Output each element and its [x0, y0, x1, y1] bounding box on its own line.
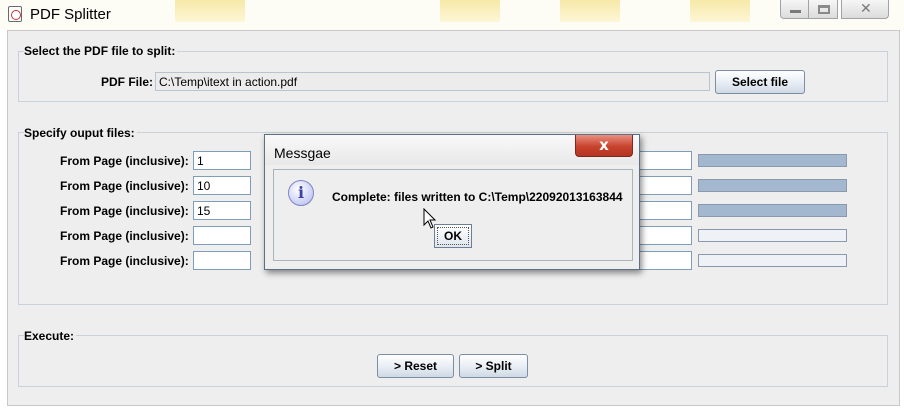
filename-input[interactable] — [638, 176, 692, 195]
filename-input[interactable] — [638, 201, 692, 220]
progress-bar — [698, 179, 847, 192]
from-page-label: From Page (inclusive): — [60, 204, 189, 218]
from-page-input[interactable]: 15 — [193, 201, 251, 220]
pdf-file-field[interactable]: C:\Temp\itext in action.pdf — [155, 72, 710, 91]
app-icon[interactable] — [8, 6, 22, 22]
filename-input[interactable] — [638, 251, 692, 270]
select-file-legend: Select the PDF file to split: — [24, 44, 178, 58]
from-page-label: From Page (inclusive): — [60, 154, 189, 168]
execute-legend: Execute: — [24, 329, 77, 343]
background-decoration — [690, 0, 750, 22]
progress-fill — [699, 155, 846, 166]
filename-input[interactable] — [638, 151, 692, 170]
minimize-icon — [790, 10, 801, 13]
window-close-button[interactable]: ✕ — [841, 0, 889, 19]
progress-fill — [699, 205, 846, 216]
message-dialog: Messgae x i Complete: files written to C… — [264, 134, 640, 270]
select-file-button[interactable]: Select file — [715, 70, 805, 94]
progress-bar — [698, 154, 847, 167]
maximize-icon — [818, 5, 830, 14]
from-page-label: From Page (inclusive): — [60, 229, 189, 243]
background-decoration — [175, 0, 245, 22]
ok-button[interactable]: OK — [434, 224, 472, 248]
window-titlebar[interactable]: PDF Splitter ✕ — [0, 0, 904, 30]
from-page-input[interactable]: 10 — [193, 176, 251, 195]
progress-fill — [699, 180, 846, 191]
progress-bar — [698, 254, 847, 267]
progress-bar — [698, 229, 847, 242]
background-decoration — [560, 0, 620, 22]
pdf-file-label: PDF File: — [101, 75, 154, 89]
progress-bar — [698, 204, 847, 217]
dialog-title: Messgae — [274, 145, 331, 161]
from-page-input[interactable] — [193, 251, 251, 270]
close-icon: x — [599, 136, 609, 154]
from-page-label: From Page (inclusive): — [60, 179, 189, 193]
minimize-button[interactable] — [780, 0, 809, 19]
dialog-titlebar[interactable]: Messgae x — [265, 135, 639, 165]
dialog-message: Complete: files written to C:\Temp\22092… — [332, 190, 623, 204]
info-icon: i — [288, 180, 314, 206]
dialog-close-button[interactable]: x — [575, 135, 633, 157]
split-button[interactable]: > Split — [459, 354, 528, 378]
filename-input[interactable] — [638, 226, 692, 245]
close-icon: ✕ — [860, 1, 872, 17]
window-title: PDF Splitter — [30, 6, 111, 23]
background-decoration — [440, 0, 500, 22]
reset-button[interactable]: > Reset — [377, 354, 454, 378]
from-page-input[interactable]: 1 — [193, 151, 251, 170]
maximize-button[interactable] — [808, 0, 838, 19]
from-page-input[interactable] — [193, 226, 251, 245]
from-page-label: From Page (inclusive): — [60, 254, 189, 268]
output-files-legend: Specify ouput files: — [24, 126, 137, 140]
dialog-body: i Complete: files written to C:\Temp\220… — [273, 169, 633, 261]
